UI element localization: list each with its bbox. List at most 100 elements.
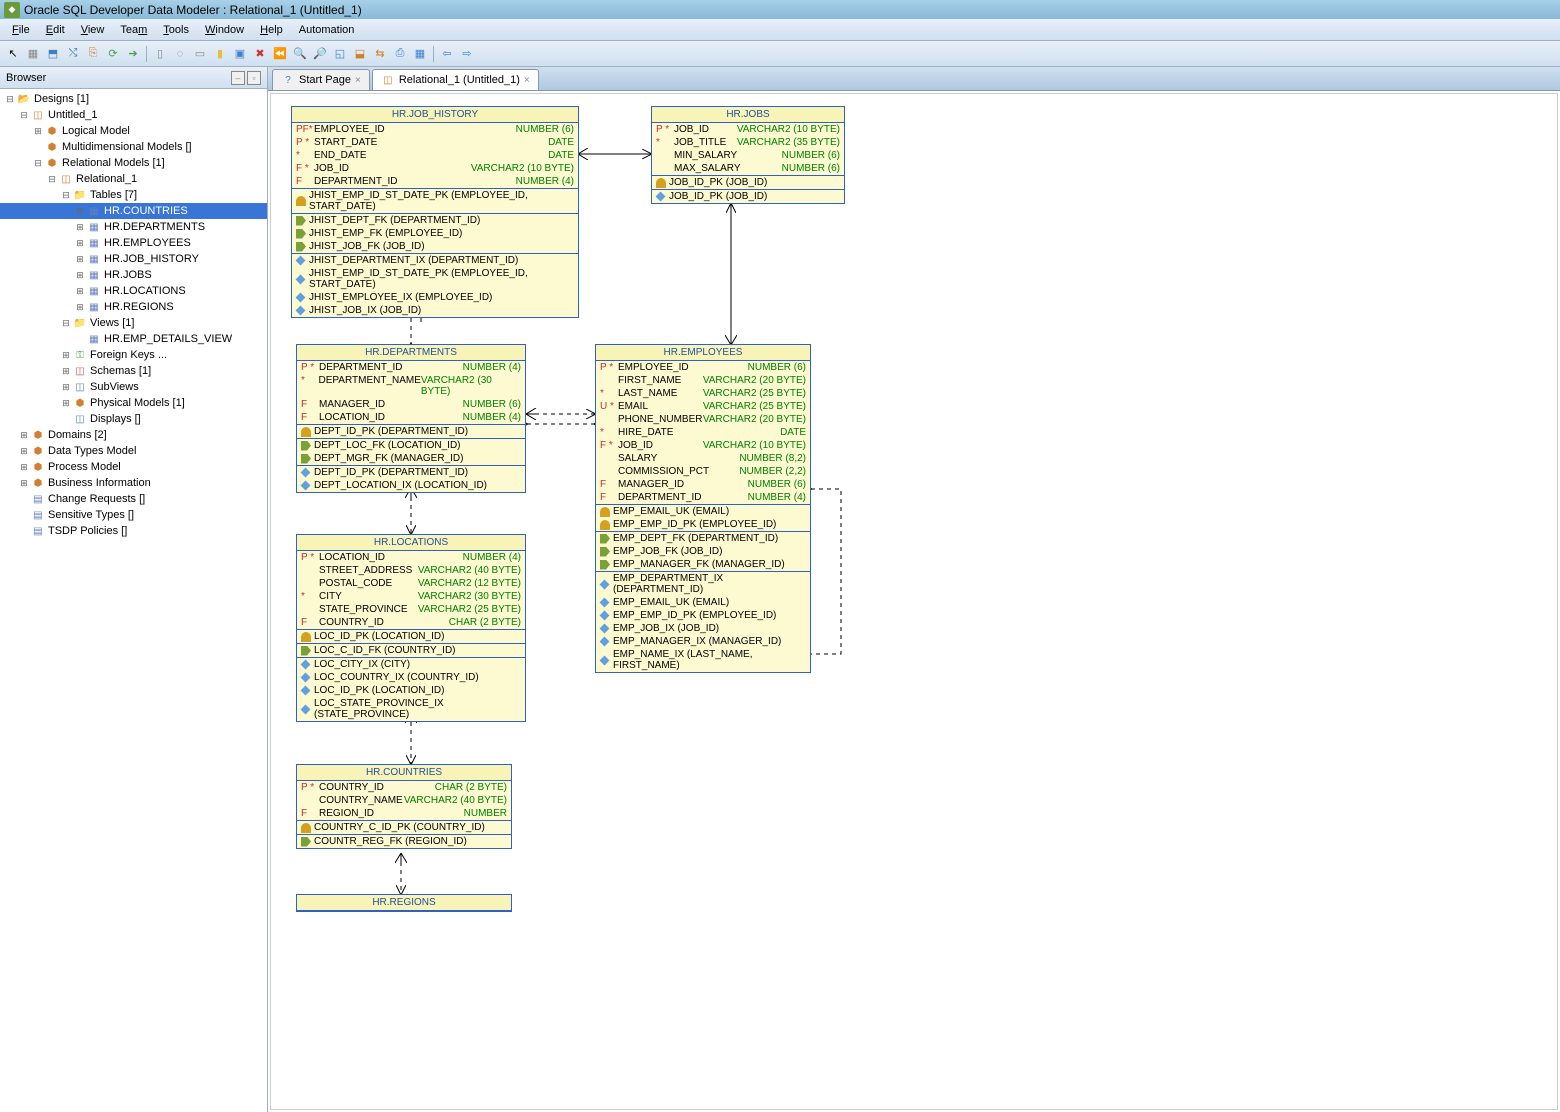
column-row[interactable]: *JOB_TITLEVARCHAR2 (35 BYTE)	[652, 136, 844, 149]
tb-zoom-out-icon[interactable]: 🔎	[311, 45, 329, 63]
tree-change-req[interactable]: ▤Change Requests []	[0, 491, 267, 507]
entity-locations[interactable]: HR.LOCATIONSP *LOCATION_IDNUMBER (4)STRE…	[296, 534, 526, 722]
menu-team[interactable]: Team	[112, 22, 155, 38]
close-icon[interactable]: ×	[355, 75, 361, 86]
browser-tree[interactable]: ⊟📂Designs [1] ⊟◫Untitled_1 ⊞⬢Logical Mod…	[0, 89, 267, 1112]
idx-row[interactable]: LOC_CITY_IX (CITY)	[297, 658, 525, 671]
column-row[interactable]: POSTAL_CODEVARCHAR2 (12 BYTE)	[297, 577, 525, 590]
tree-untitled[interactable]: ⊟◫Untitled_1	[0, 107, 267, 123]
fks-row[interactable]: COUNTR_REG_FK (REGION_ID)	[297, 835, 511, 848]
menu-view[interactable]: View	[73, 22, 113, 38]
tb-back-icon[interactable]: ⇦	[438, 45, 456, 63]
tb-rect-icon[interactable]: ▭	[191, 45, 209, 63]
pk-row[interactable]: EMP_EMP_ID_PK (EMPLOYEE_ID)	[596, 518, 810, 531]
tree-subviews[interactable]: ⊞◫SubViews	[0, 379, 267, 395]
tree-tables[interactable]: ⊟📁Tables [7]	[0, 187, 267, 203]
idx-row[interactable]: EMP_MANAGER_IX (MANAGER_ID)	[596, 635, 810, 648]
entity-regions[interactable]: HR.REGIONS	[296, 894, 512, 912]
idx-row[interactable]: JOB_ID_PK (JOB_ID)	[652, 190, 844, 203]
tree-multidim[interactable]: ⬢Multidimensional Models []	[0, 139, 267, 155]
idx-row[interactable]: EMP_NAME_IX (LAST_NAME, FIRST_NAME)	[596, 648, 810, 672]
tb-relation-icon[interactable]: ⤭	[64, 45, 82, 63]
pk-row[interactable]: JHIST_EMP_ID_ST_DATE_PK (EMPLOYEE_ID, ST…	[292, 189, 578, 213]
column-row[interactable]: COMMISSION_PCTNUMBER (2,2)	[596, 465, 810, 478]
idx-row[interactable]: EMP_DEPARTMENT_IX (DEPARTMENT_ID)	[596, 572, 810, 596]
menu-tools[interactable]: Tools	[155, 22, 197, 38]
tb-dashed-icon[interactable]: ◌	[171, 45, 189, 63]
tree-logical[interactable]: ⊞⬢Logical Model	[0, 123, 267, 139]
idx-row[interactable]: JHIST_DEPARTMENT_IX (DEPARTMENT_ID)	[292, 254, 578, 267]
column-row[interactable]: PHONE_NUMBERVARCHAR2 (20 BYTE)	[596, 413, 810, 426]
fks-row[interactable]: LOC_C_ID_FK (COUNTRY_ID)	[297, 644, 525, 657]
tree-process[interactable]: ⊞⬢Process Model	[0, 459, 267, 475]
column-row[interactable]: FIRST_NAMEVARCHAR2 (20 BYTE)	[596, 374, 810, 387]
tree-sensitive[interactable]: ▤Sensitive Types []	[0, 507, 267, 523]
pk-row[interactable]: LOC_ID_PK (LOCATION_ID)	[297, 630, 525, 643]
entity-jobs[interactable]: HR.JOBSP *JOB_IDVARCHAR2 (10 BYTE) *JOB_…	[651, 106, 845, 204]
tb-open-icon[interactable]: ▣	[231, 45, 249, 63]
tree-view-emp[interactable]: ▦HR.EMP_DETAILS_VIEW	[0, 331, 267, 347]
tree-views[interactable]: ⊟📁Views [1]	[0, 315, 267, 331]
tree-table-regions[interactable]: ⊞▦HR.REGIONS	[0, 299, 267, 315]
tree-designs[interactable]: ⊟📂Designs [1]	[0, 91, 267, 107]
tb-settings-icon[interactable]: ▦	[411, 45, 429, 63]
fks-row[interactable]: DEPT_MGR_FK (MANAGER_ID)	[297, 452, 525, 465]
tree-physical[interactable]: ⊞⬢Physical Models [1]	[0, 395, 267, 411]
idx-row[interactable]: JHIST_JOB_IX (JOB_ID)	[292, 304, 578, 317]
tree-table-locations[interactable]: ⊞▦HR.LOCATIONS	[0, 283, 267, 299]
column-row[interactable]: F *JOB_IDVARCHAR2 (10 BYTE)	[292, 162, 578, 175]
idx-row[interactable]: LOC_ID_PK (LOCATION_ID)	[297, 684, 525, 697]
idx-row[interactable]: EMP_EMP_ID_PK (EMPLOYEE_ID)	[596, 609, 810, 622]
tree-tsdp[interactable]: ▤TSDP Policies []	[0, 523, 267, 539]
idx-row[interactable]: JHIST_EMPLOYEE_IX (EMPLOYEE_ID)	[292, 291, 578, 304]
menu-help[interactable]: Help	[252, 22, 291, 38]
fks-row[interactable]: EMP_MANAGER_FK (MANAGER_ID)	[596, 558, 810, 571]
column-row[interactable]: FLOCATION_IDNUMBER (4)	[297, 411, 525, 424]
tb-sync-icon[interactable]: ⇆	[371, 45, 389, 63]
tb-rewind-icon[interactable]: ⏪	[271, 45, 289, 63]
tree-schemas[interactable]: ⊞◫Schemas [1]	[0, 363, 267, 379]
tree-table-departments[interactable]: ⊞▦HR.DEPARTMENTS	[0, 219, 267, 235]
pk-row[interactable]: EMP_EMAIL_UK (EMAIL)	[596, 505, 810, 518]
fks-row[interactable]: JHIST_EMP_FK (EMPLOYEE_ID)	[292, 227, 578, 240]
column-row[interactable]: FCOUNTRY_IDCHAR (2 BYTE)	[297, 616, 525, 629]
tab-start-page[interactable]: ? Start Page ×	[272, 69, 370, 90]
entity-countries[interactable]: HR.COUNTRIESP *COUNTRY_IDCHAR (2 BYTE)CO…	[296, 764, 512, 849]
column-row[interactable]: *END_DATEDATE	[292, 149, 578, 162]
tb-next-icon[interactable]: ⇨	[458, 45, 476, 63]
tree-table-jobs[interactable]: ⊞▦HR.JOBS	[0, 267, 267, 283]
tb-page-icon[interactable]: ▯	[151, 45, 169, 63]
browser-maximize-icon[interactable]: ▫	[247, 71, 261, 85]
column-row[interactable]: F *JOB_IDVARCHAR2 (10 BYTE)	[596, 439, 810, 452]
column-row[interactable]: P *EMPLOYEE_IDNUMBER (6)	[596, 361, 810, 374]
tree-business[interactable]: ⊞⬢Business Information	[0, 475, 267, 491]
column-row[interactable]: STREET_ADDRESSVARCHAR2 (40 BYTE)	[297, 564, 525, 577]
idx-row[interactable]: JHIST_EMP_ID_ST_DATE_PK (EMPLOYEE_ID, ST…	[292, 267, 578, 291]
fks-row[interactable]: EMP_JOB_FK (JOB_ID)	[596, 545, 810, 558]
column-row[interactable]: U *EMAILVARCHAR2 (25 BYTE)	[596, 400, 810, 413]
tb-delete-icon[interactable]: ✖	[251, 45, 269, 63]
pk-row[interactable]: DEPT_ID_PK (DEPARTMENT_ID)	[297, 425, 525, 438]
fks-row[interactable]: JHIST_JOB_FK (JOB_ID)	[292, 240, 578, 253]
column-row[interactable]: P *LOCATION_IDNUMBER (4)	[297, 551, 525, 564]
pk-row[interactable]: COUNTRY_C_ID_PK (COUNTRY_ID)	[297, 821, 511, 834]
column-row[interactable]: *DEPARTMENT_NAMEVARCHAR2 (30 BYTE)	[297, 374, 525, 398]
menu-file[interactable]: File	[4, 22, 38, 38]
tb-export-icon[interactable]: ⬓	[351, 45, 369, 63]
tb-print-icon[interactable]: ⎙	[391, 45, 409, 63]
fks-row[interactable]: JHIST_DEPT_FK (DEPARTMENT_ID)	[292, 214, 578, 227]
idx-row[interactable]: DEPT_LOCATION_IX (LOCATION_ID)	[297, 479, 525, 492]
tree-table-job-history[interactable]: ⊞▦HR.JOB_HISTORY	[0, 251, 267, 267]
diagram-canvas[interactable]: HR.JOB_HISTORYPF*EMPLOYEE_IDNUMBER (6)P …	[270, 93, 1558, 1110]
idx-row[interactable]: LOC_COUNTRY_IX (COUNTRY_ID)	[297, 671, 525, 684]
tb-validate-icon[interactable]: ⎘	[84, 45, 102, 63]
tree-domains[interactable]: ⊞⬢Domains [2]	[0, 427, 267, 443]
column-row[interactable]: SALARYNUMBER (8,2)	[596, 452, 810, 465]
column-row[interactable]: FMANAGER_IDNUMBER (6)	[596, 478, 810, 491]
tb-refresh-icon[interactable]: ⟳	[104, 45, 122, 63]
idx-row[interactable]: DEPT_ID_PK (DEPARTMENT_ID)	[297, 466, 525, 479]
pk-row[interactable]: JOB_ID_PK (JOB_ID)	[652, 176, 844, 189]
idx-row[interactable]: LOC_STATE_PROVINCE_IX (STATE_PROVINCE)	[297, 697, 525, 721]
column-row[interactable]: P *DEPARTMENT_IDNUMBER (4)	[297, 361, 525, 374]
tb-zoom-in-icon[interactable]: 🔍	[291, 45, 309, 63]
